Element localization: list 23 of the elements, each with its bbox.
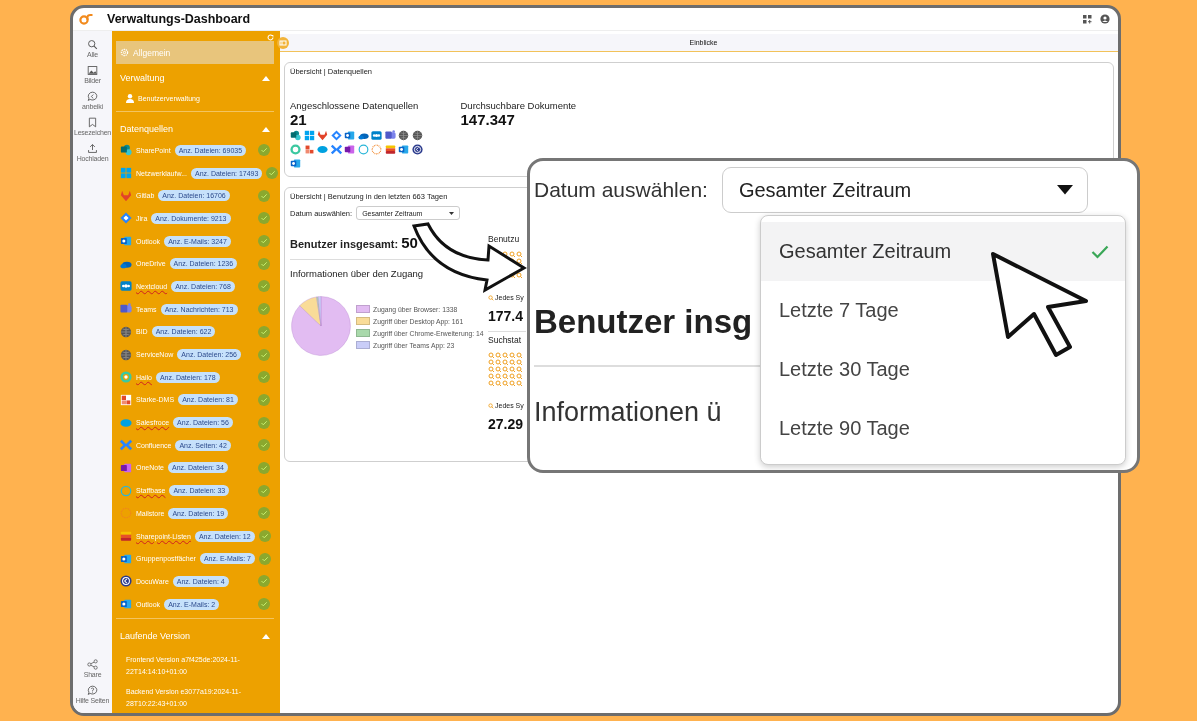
field-label: Datum auswählen: [534, 178, 708, 202]
section-title: Datenquellen [120, 124, 174, 134]
section-title: Laufende Version [120, 631, 191, 642]
menu-option[interactable]: Letzte 30 Tage [761, 340, 1125, 399]
window-title: Verwaltungs-Dashboard [107, 12, 251, 26]
section-title: Informationen über den Zugang [290, 268, 425, 279]
section-title: Verwaltung [120, 73, 165, 83]
section-title: Benutzu [488, 234, 521, 244]
stat-value: 50 [401, 234, 418, 251]
stat-value: 21 [290, 111, 308, 128]
menu-option[interactable]: Letzte 90 Tage [761, 399, 1125, 458]
section-title: Informationen ü [534, 397, 722, 428]
stat-label: Benutzer insgesamt: [290, 238, 399, 250]
date-dropdown[interactable]: Gesamter Zeitraum [721, 167, 1088, 213]
stat-value: 147.347 [460, 111, 516, 128]
stat-value: 27.29 [488, 416, 525, 432]
stat-label: Benutzer insg [534, 303, 753, 341]
stat-value: 177.4 [488, 308, 525, 324]
stat-label: Durchsuchbare Dokumente [460, 100, 577, 111]
section-title: Suchstat [488, 335, 523, 345]
nav-item[interactable]: Allgemein [116, 41, 274, 64]
stat-label: Angeschlossene Datenquellen [290, 100, 420, 111]
menu-option[interactable]: Gesamter Zeitraum [761, 222, 1125, 281]
